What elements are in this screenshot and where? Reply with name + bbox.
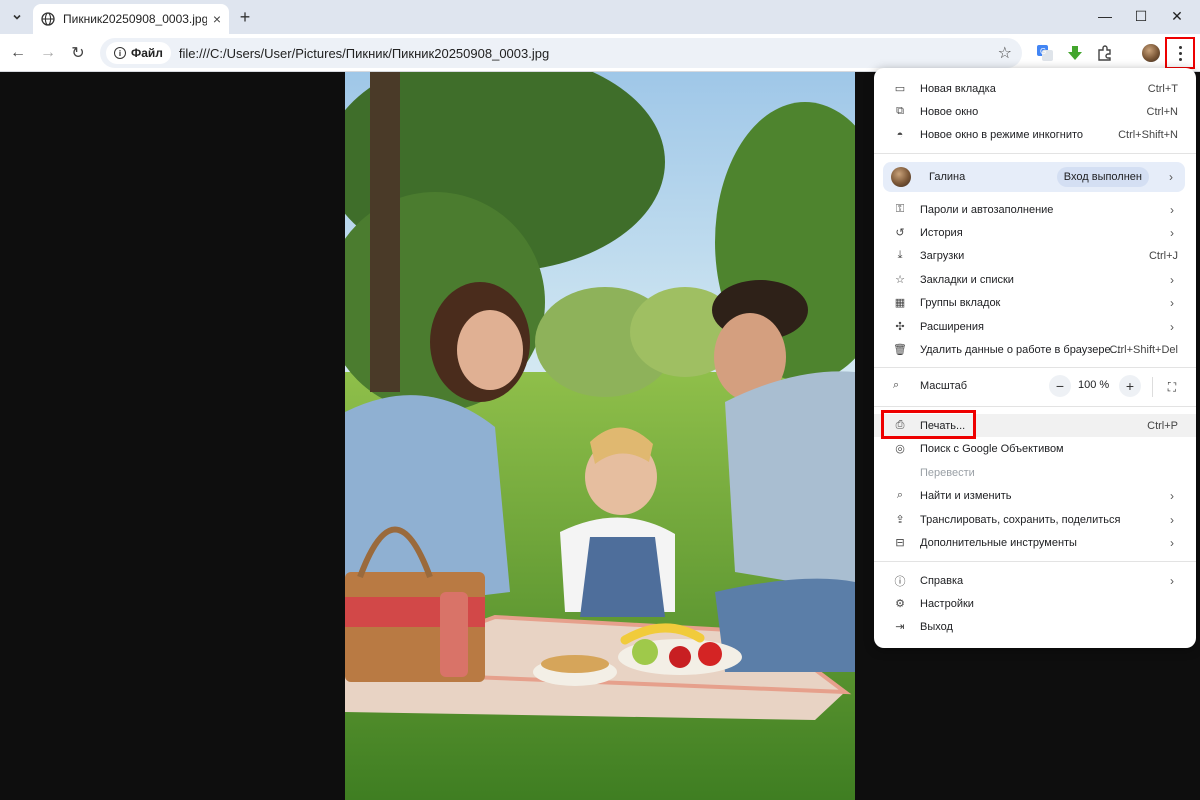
history-icon: ↺ (895, 227, 905, 239)
menu-separator (874, 561, 1196, 562)
menu-item-passwords[interactable]: ⚿ Пароли и автозаполнение › (874, 198, 1196, 221)
chevron-right-icon: › (1170, 573, 1174, 588)
google-translate-extension-icon[interactable]: G (1033, 41, 1057, 65)
settings-icon: ⚙ (895, 598, 905, 610)
new-tab-icon: ▭ (894, 83, 906, 95)
menu-item-cast-save-share[interactable]: ⇪ Транслировать, сохранить, поделиться › (874, 508, 1196, 531)
info-icon: i (114, 47, 126, 59)
address-bar[interactable]: i Файл file:///C:/Users/User/Pictures/Пи… (100, 38, 1022, 68)
url-text[interactable]: file:///C:/Users/User/Pictures/Пикник/Пи… (179, 46, 549, 61)
chrome-main-menu: ▭ Новая вкладка Ctrl+T ⧉ Новое окно Ctrl… (874, 68, 1196, 648)
site-info-label: Файл (131, 46, 163, 60)
menu-item-translate[interactable]: Перевести (874, 461, 1196, 484)
cast-icon: ⇪ (895, 514, 905, 526)
toolbar: ← → ↻ i Файл file:///C:/Users/User/Pictu… (0, 34, 1200, 72)
menu-item-find-edit[interactable]: ⌕ Найти и изменить › (874, 484, 1196, 507)
tab-search-button[interactable] (6, 6, 28, 28)
more-vert-icon (1178, 45, 1182, 61)
menu-item-history[interactable]: ↺ История › (874, 221, 1196, 244)
signed-in-badge: Вход выполнен (1056, 167, 1149, 187)
chevron-right-icon: › (1170, 225, 1174, 240)
key-icon: ⚿ (895, 203, 905, 215)
profile-name: Галина (929, 171, 966, 183)
bookmark-star-icon[interactable]: ☆ (998, 43, 1012, 63)
menu-separator (874, 406, 1196, 407)
profile-row[interactable]: Галина Вход выполнен › (883, 162, 1185, 192)
help-icon: ⓘ (894, 575, 906, 588)
chevron-right-icon: › (1170, 488, 1174, 503)
zoom-label: Масштаб (920, 380, 968, 392)
zoom-out-button[interactable]: − (1049, 375, 1071, 397)
download-extension-icon[interactable] (1063, 41, 1087, 65)
zoom-in-button[interactable]: + (1119, 375, 1141, 397)
site-info-chip[interactable]: i Файл (106, 42, 171, 64)
zoom-value: 100 % (1078, 379, 1110, 391)
tab-title: Пикник20250908_0003.jpg (17 (63, 12, 207, 26)
menu-item-downloads[interactable]: ⤓ Загрузки Ctrl+J (874, 244, 1196, 267)
print-highlight-box (881, 410, 976, 439)
menu-separator (874, 367, 1196, 368)
picnic-photo (345, 72, 855, 800)
incognito-icon: ◓ (896, 128, 904, 141)
menu-item-bookmarks[interactable]: ☆ Закладки и списки › (874, 268, 1196, 291)
exit-icon: ⇥ (895, 621, 905, 633)
menu-item-exit[interactable]: ⇥ Выход (874, 615, 1196, 638)
menu-item-extensions[interactable]: ✣ Расширения › (874, 315, 1196, 338)
chevron-right-icon: › (1170, 272, 1174, 287)
chevron-right-icon: › (1170, 319, 1174, 334)
chevron-right-icon: › (1170, 535, 1174, 550)
back-button[interactable]: ← (5, 40, 31, 66)
trash-icon: 🗑 (893, 344, 907, 356)
chevron-right-icon: › (1170, 512, 1174, 527)
chevron-down-icon (13, 14, 21, 20)
tab-groups-icon: ▦ (894, 297, 906, 309)
zoom-icon: ⌕ (893, 379, 900, 391)
menu-item-tab-groups[interactable]: ▦ Группы вкладок › (874, 291, 1196, 314)
menu-item-google-lens[interactable]: ◎ Поиск с Google Объективом (874, 437, 1196, 460)
extensions-puzzle-icon[interactable] (1093, 41, 1117, 65)
extensions-icon: ✣ (895, 321, 905, 333)
menu-item-more-tools[interactable]: ⊟ Дополнительные инструменты › (874, 531, 1196, 554)
chevron-right-icon: › (1170, 202, 1174, 217)
toolbox-icon: ⊟ (895, 537, 905, 549)
menu-separator (874, 153, 1196, 154)
close-tab-icon[interactable]: × (213, 11, 221, 27)
find-icon: ⌕ (896, 489, 904, 501)
menu-item-settings[interactable]: ⚙ Настройки (874, 592, 1196, 615)
zoom-row: ⌕ Масштаб − 100 % + ⛶ (874, 375, 1196, 399)
fullscreen-icon[interactable]: ⛶ (1162, 377, 1182, 397)
reload-button[interactable]: ↻ (65, 40, 91, 66)
star-icon: ☆ (895, 274, 905, 286)
tab-strip: Пикник20250908_0003.jpg (17 × + — ☐ ✕ (0, 0, 1200, 34)
chrome-menu-button[interactable] (1165, 37, 1195, 69)
profile-avatar[interactable] (1139, 41, 1163, 65)
menu-item-help[interactable]: ⓘ Справка › (874, 569, 1196, 592)
translate-icon (893, 466, 907, 480)
new-tab-button[interactable]: + (234, 6, 256, 28)
globe-icon (41, 12, 55, 26)
lens-icon: ◎ (895, 443, 905, 455)
profile-avatar (891, 167, 911, 187)
download-icon: ⤓ (897, 249, 903, 261)
menu-item-new-window[interactable]: ⧉ Новое окно Ctrl+N (874, 100, 1196, 123)
menu-item-clear-data[interactable]: 🗑 Удалить данные о работе в браузере... … (874, 338, 1196, 361)
new-window-icon: ⧉ (896, 105, 904, 117)
chevron-right-icon: › (1169, 170, 1173, 184)
svg-text:G: G (1040, 47, 1046, 56)
zoom-divider (1152, 377, 1153, 397)
close-window-button[interactable]: ✕ (1154, 0, 1200, 32)
menu-item-incognito[interactable]: ◓ Новое окно в режиме инкогнито Ctrl+Shi… (874, 123, 1196, 146)
menu-item-new-tab[interactable]: ▭ Новая вкладка Ctrl+T (874, 77, 1196, 100)
browser-tab[interactable]: Пикник20250908_0003.jpg (17 × (33, 4, 229, 34)
forward-button[interactable]: → (35, 40, 61, 66)
chevron-right-icon: › (1170, 295, 1174, 310)
